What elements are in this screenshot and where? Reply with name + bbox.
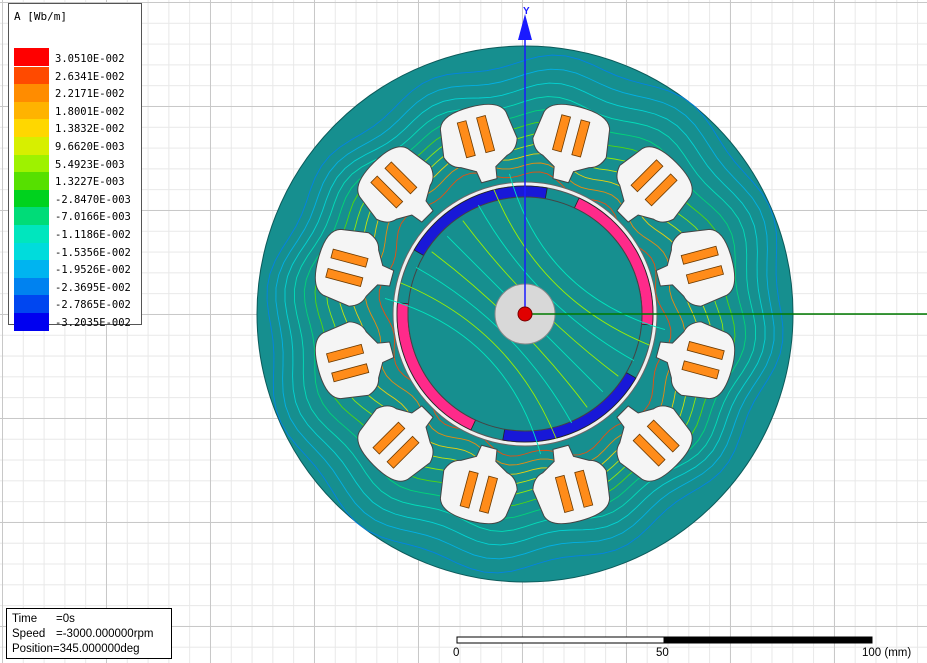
status-position-key: Position — [12, 643, 53, 655]
legend-label: -1.5356E-002 — [55, 246, 131, 259]
legend-swatch — [14, 277, 49, 296]
status-position: Position =345.000000deg — [12, 642, 166, 657]
legend-swatch — [14, 101, 49, 120]
legend-entry: 9.6620E-003 — [14, 136, 140, 155]
status-time-value: =0s — [56, 613, 75, 625]
legend-label: -2.7865E-002 — [55, 299, 131, 312]
scale-tick-100: 100 (mm) — [862, 647, 912, 659]
legend-label: 1.3227E-003 — [55, 176, 125, 189]
status-speed-key: Speed — [12, 628, 46, 640]
origin-marker-icon — [517, 306, 533, 322]
status-time-key: Time — [12, 613, 38, 625]
legend-label: 2.2171E-002 — [55, 88, 125, 101]
legend-label: 5.4923E-003 — [55, 158, 125, 171]
legend-swatch — [14, 84, 49, 102]
legend-label: 1.3832E-002 — [55, 123, 125, 136]
legend-label: -2.8470E-003 — [55, 193, 131, 206]
legend-entry: -1.9526E-002 — [14, 259, 140, 278]
legend-entry: 1.8001E-002 — [14, 101, 140, 120]
legend-swatch — [14, 313, 49, 331]
legend-swatch — [14, 242, 49, 261]
legend-title: A [Wb/m] — [14, 10, 67, 23]
legend-entry: -1.5356E-002 — [14, 242, 140, 261]
legend-entry: -7.0166E-003 — [14, 206, 140, 225]
simulation-status-panel: Time =0s Speed =-3000.000000rpm Position… — [6, 608, 172, 659]
legend-entry: -3.2035E-002 — [14, 312, 140, 331]
legend-swatch — [14, 172, 49, 190]
legend-label: 3.0510E-002 — [55, 53, 125, 65]
legend-swatch — [14, 189, 49, 208]
legend-swatch — [14, 48, 49, 66]
status-time: Time =0s — [12, 612, 166, 627]
legend-swatch — [14, 295, 49, 313]
legend-entry: -1.1186E-002 — [14, 224, 140, 243]
field-legend[interactable]: A [Wb/m] 3.0510E-002 2.6341E-002 2.2171E-0… — [8, 3, 142, 331]
legend-swatch — [14, 66, 49, 85]
legend-label: 9.6620E-003 — [55, 141, 125, 153]
legend-entry: 5.4923E-003 — [14, 154, 140, 173]
legend-entry: 2.6341E-002 — [14, 66, 140, 85]
scale-tick-50: 50 — [656, 647, 669, 659]
legend-label: -2.3695E-002 — [55, 281, 131, 294]
legend-swatch — [14, 260, 49, 278]
status-position-value: =345.000000deg — [52, 643, 140, 655]
legend-entry: 1.3832E-002 — [14, 118, 140, 137]
scale-tick-0: 0 — [453, 647, 460, 659]
legend-entry: -2.3695E-002 — [14, 277, 140, 296]
legend-swatch — [14, 207, 49, 225]
legend-label: -1.9526E-002 — [55, 264, 131, 277]
legend-swatch — [14, 119, 49, 137]
y-axis-label: Y — [523, 6, 530, 17]
legend-label: 2.6341E-002 — [55, 70, 125, 83]
legend-entry: 2.2171E-002 — [14, 83, 140, 102]
legend-entry: -2.8470E-003 — [14, 189, 140, 208]
legend-label: -7.0166E-003 — [55, 211, 131, 224]
y-axis-arrow-icon — [518, 14, 532, 40]
legend-swatch — [14, 154, 49, 173]
legend-entry: 3.0510E-002 — [14, 48, 140, 66]
scale-bar — [456, 636, 873, 644]
legend-label: -3.2035E-002 — [55, 317, 131, 329]
legend-label: -1.1186E-002 — [55, 229, 131, 241]
legend-swatch — [14, 137, 49, 155]
status-speed: Speed =-3000.000000rpm — [12, 627, 166, 642]
legend-label: 1.8001E-002 — [55, 105, 125, 118]
legend-entry: 1.3227E-003 — [14, 171, 140, 190]
status-speed-value: =-3000.000000rpm — [56, 628, 154, 640]
legend-swatch — [14, 225, 49, 243]
legend-entry: -2.7865E-002 — [14, 294, 140, 313]
